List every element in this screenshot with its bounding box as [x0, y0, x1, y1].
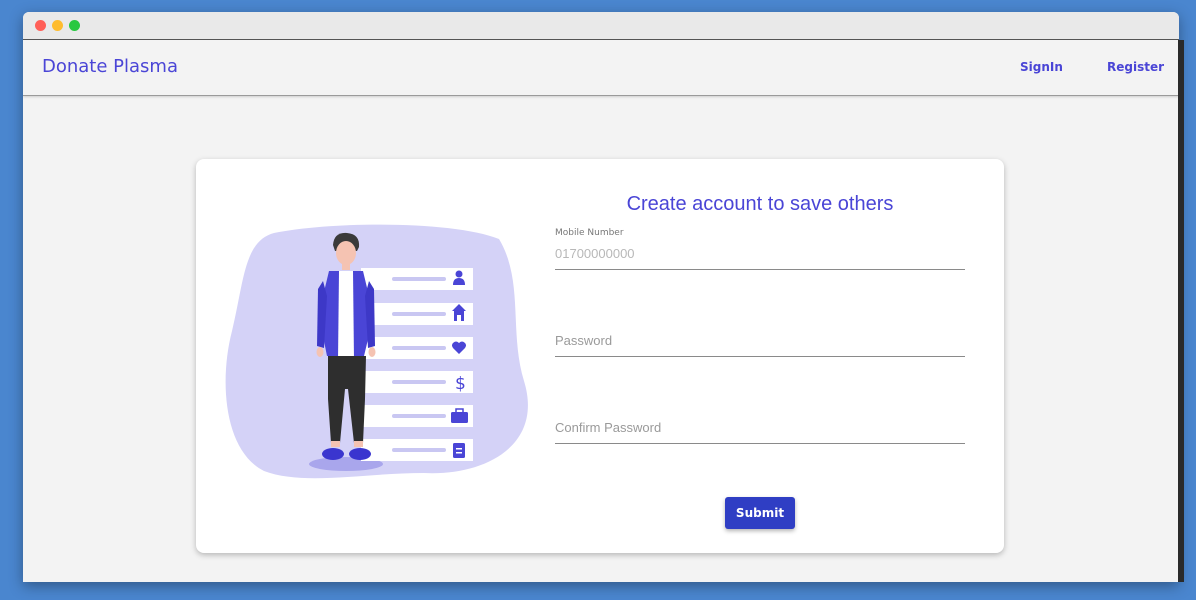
- register-card: $ Create account to save others Mobile N…: [196, 159, 1004, 553]
- password-field-group: [555, 327, 965, 357]
- minimize-window-button[interactable]: [52, 20, 63, 31]
- browser-window: Donate Plasma SignIn Register $ Create a…: [23, 12, 1179, 582]
- mobile-number-input[interactable]: [555, 240, 965, 270]
- maximize-window-button[interactable]: [69, 20, 80, 31]
- submit-button[interactable]: Submit: [725, 497, 795, 529]
- navbar: Donate Plasma SignIn Register: [23, 40, 1179, 96]
- window-edge-shadow: [1178, 40, 1184, 582]
- brand-logo[interactable]: Donate Plasma: [42, 56, 178, 77]
- dollar-icon: $: [455, 374, 466, 394]
- signin-link[interactable]: SignIn: [1020, 60, 1063, 74]
- window-titlebar: [23, 12, 1179, 40]
- confirm-password-field-group: [555, 414, 965, 444]
- registration-illustration: $: [225, 224, 528, 479]
- close-window-button[interactable]: [35, 20, 46, 31]
- confirm-password-input[interactable]: [555, 414, 965, 444]
- mobile-number-label: Mobile Number: [555, 228, 624, 238]
- document-icon: [453, 443, 465, 458]
- register-link[interactable]: Register: [1107, 60, 1164, 74]
- mobile-number-field-group: Mobile Number: [555, 228, 965, 270]
- form-title: Create account to save others: [626, 193, 894, 215]
- password-input[interactable]: [555, 327, 965, 357]
